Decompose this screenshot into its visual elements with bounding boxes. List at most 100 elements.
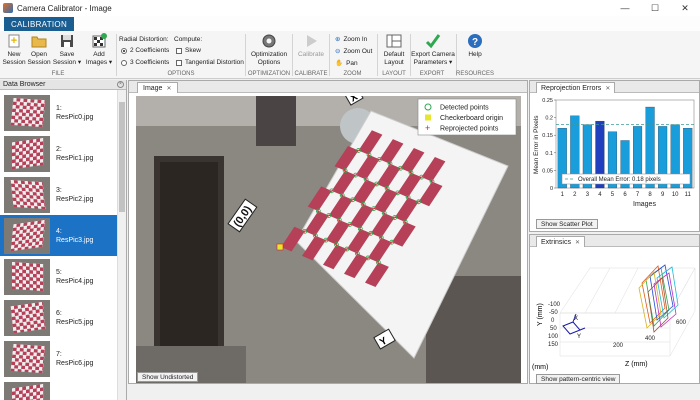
- three-coefficients-radio[interactable]: 3 Coefficients: [121, 59, 169, 66]
- reprojected-point: +: [372, 207, 376, 213]
- thumbnail-image: [4, 258, 50, 295]
- reprojected-point: +: [369, 232, 373, 238]
- zoom-out-button[interactable]: ⊖ Zoom Out: [335, 47, 373, 56]
- x-tick-label: 2: [573, 192, 577, 198]
- svg-text:?: ?: [472, 37, 478, 48]
- data-browser-panel: Data Browser × 1: ResPic0.jpg 2: ResPic1.jp…: [0, 80, 127, 400]
- close-icon[interactable]: ×: [117, 81, 124, 88]
- close-icon[interactable]: ✕: [166, 85, 171, 92]
- close-button[interactable]: ✕: [670, 0, 700, 16]
- tab-calibration[interactable]: CALIBRATION: [4, 17, 74, 31]
- reprojected-point: +: [416, 200, 420, 206]
- add-images-button[interactable]: Add Images ▾: [86, 33, 112, 67]
- two-coefficients-label: 2 Coefficients: [130, 47, 170, 54]
- extrinsics-grid: [559, 267, 696, 357]
- reprojected-point: +: [388, 162, 392, 168]
- save-session-button[interactable]: Save Session ▾: [53, 33, 81, 67]
- reprojected-point: +: [419, 176, 423, 182]
- matlab-icon: [3, 3, 13, 13]
- close-icon[interactable]: ✕: [605, 85, 610, 92]
- zoom-out-label: Zoom Out: [343, 47, 373, 55]
- zoom-out-icon: ⊖: [335, 48, 341, 55]
- calibrate-button[interactable]: Calibrate: [295, 33, 327, 59]
- two-coefficients-radio[interactable]: 2 Coefficients: [121, 47, 169, 54]
- maximize-button[interactable]: ☐: [640, 0, 670, 16]
- list-item[interactable]: 6: ResPic5.jpg: [0, 297, 118, 338]
- separator: [116, 34, 117, 76]
- y-tick: -50: [549, 310, 558, 316]
- list-item[interactable]: 5: ResPic4.jpg: [0, 256, 118, 297]
- scrollbar-thumb[interactable]: [119, 102, 125, 212]
- pan-button[interactable]: ✋ Pan: [335, 59, 358, 68]
- thumbnail-image: [4, 135, 50, 172]
- x-tick-label: 11: [685, 192, 692, 198]
- default-layout-button[interactable]: Default Layout: [380, 33, 408, 67]
- thumbnail-image: [4, 381, 50, 400]
- list-item[interactable]: 2: ResPic1.jpg: [0, 133, 118, 174]
- checkbox-icon: [176, 59, 182, 66]
- open-session-button[interactable]: Open Session: [27, 33, 51, 67]
- reprojected-point: +: [303, 230, 307, 236]
- calibration-image[interactable]: + + + + + + + + + + + + + + + + + + + + + + + + + + + + + + + + + + + + + + + +…: [136, 96, 521, 383]
- zoom-in-button[interactable]: ⊕ Zoom In: [335, 35, 367, 44]
- minimize-button[interactable]: —: [610, 0, 640, 16]
- tab-reprojection-errors[interactable]: Reprojection Errors ✕: [536, 82, 616, 93]
- reprojected-point: +: [351, 198, 355, 204]
- reprojected-point: +: [390, 241, 394, 247]
- y-tick: 100: [548, 334, 559, 340]
- play-icon: [302, 33, 320, 49]
- help-label: Help: [468, 51, 482, 58]
- close-icon[interactable]: ✕: [575, 239, 580, 246]
- thumbnail-label: 1: ResPic0.jpg: [56, 104, 93, 122]
- tab-extrinsics[interactable]: Extrinsics ✕: [536, 236, 585, 247]
- skew-label: Skew: [185, 47, 201, 54]
- tangential-checkbox[interactable]: Tangential Distortion: [176, 59, 244, 66]
- thumbnail-image: [4, 340, 50, 377]
- list-item[interactable]: 3: ResPic2.jpg: [0, 174, 118, 215]
- reprojected-point: +: [356, 149, 360, 155]
- skew-checkbox[interactable]: Skew: [176, 47, 201, 54]
- list-item[interactable]: [0, 379, 118, 400]
- list-item[interactable]: 4: ResPic3.jpg: [0, 215, 118, 256]
- new-session-button[interactable]: + New Session: [2, 33, 26, 67]
- help-button[interactable]: ? Help: [462, 33, 488, 59]
- thumbnail-label: 5: ResPic4.jpg: [56, 268, 93, 286]
- thumbnail-checkerboard: [10, 219, 46, 251]
- export-camera-parameters-button[interactable]: Export Camera Parameters ▾: [411, 33, 455, 67]
- x-tick-label: 1: [561, 192, 565, 198]
- show-pattern-centric-view-button[interactable]: Show pattern-centric view: [536, 374, 621, 384]
- reprojected-point: +: [327, 214, 331, 220]
- reprojected-point: +: [364, 178, 368, 184]
- data-browser-header: Data Browser ×: [0, 80, 126, 90]
- legend-reprojected: Reprojected points: [440, 126, 499, 133]
- group-optimization: OPTIMIZATION: [247, 71, 291, 77]
- reprojected-point: +: [345, 247, 349, 253]
- thumbnail-checkerboard: [12, 261, 44, 291]
- reprojected-point: +: [377, 158, 381, 164]
- thumbnail-checkerboard: [12, 137, 44, 169]
- thumbnail-filename: ResPic4.jpg: [56, 277, 94, 285]
- thumbnail-number: 6:: [56, 309, 62, 317]
- camera-y-label: Y: [577, 334, 581, 340]
- reprojected-point: +: [395, 191, 399, 197]
- thumbnail-label: 7: ResPic6.jpg: [56, 350, 93, 368]
- group-file: FILE: [51, 71, 65, 77]
- list-item[interactable]: 7: ResPic6.jpg: [0, 338, 118, 379]
- y-tick-label: 0.15: [542, 133, 553, 139]
- thumbnail-checkerboard: [12, 383, 44, 400]
- tab-image[interactable]: Image ✕: [137, 82, 178, 93]
- show-undistorted-button[interactable]: Show Undistorted: [137, 372, 199, 382]
- reprojected-point: +: [358, 227, 362, 233]
- list-item[interactable]: 1: ResPic0.jpg: [0, 92, 118, 133]
- thumbnail-filename: ResPic1.jpg: [56, 154, 94, 162]
- reprojected-point: +: [430, 180, 434, 186]
- optimization-options-button[interactable]: Optimization Options: [249, 33, 289, 67]
- extrinsics-3d-plot[interactable]: X Y -100 -50 0 50 100 150 200 400 600 Y …: [530, 248, 700, 376]
- show-scatter-plot-button[interactable]: Show Scatter Plot: [536, 219, 598, 229]
- layout-icon: [385, 33, 403, 49]
- vertical-scrollbar[interactable]: [117, 90, 126, 400]
- extrinsics-y-axis-label: Y (mm): [537, 303, 544, 326]
- thumbnail-filename: ResPic2.jpg: [56, 195, 94, 203]
- x-tick-label: 8: [648, 192, 652, 198]
- reprojection-bar-chart[interactable]: 0 0.05 0.1 0.15 0.2 0.25 1 2 3 4 5 6 7 8 9 10 11 Overall …: [530, 94, 700, 219]
